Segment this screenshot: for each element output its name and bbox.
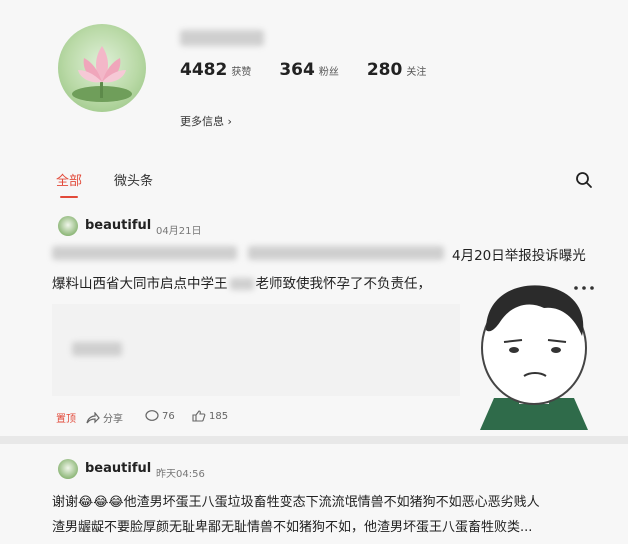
tab-micro-headlines[interactable]: 微头条 xyxy=(114,170,153,189)
stat-likes-value: 4482 xyxy=(180,60,228,80)
comments-count: 76 xyxy=(162,410,175,422)
post1-text-line2-a: 爆料山西省大同市启点中学王 xyxy=(52,276,228,292)
profile-stats: 4482 获赞 364 粉丝 280 关注 xyxy=(180,60,426,80)
post1-share-action[interactable]: 分享 xyxy=(86,410,123,425)
post1-date: 04月21日 xyxy=(156,226,202,237)
post1-pin-action[interactable]: 置顶 xyxy=(56,410,76,425)
post1-text-blurred-b xyxy=(248,246,444,260)
profile-name-blurred xyxy=(180,30,264,46)
post1-text-line2-blurred xyxy=(229,278,254,290)
post1-image-blurred xyxy=(72,342,122,356)
stat-likes-label: 获赞 xyxy=(231,67,252,78)
stat-following-value: 280 xyxy=(366,60,403,80)
stat-following[interactable]: 280 关注 xyxy=(367,60,427,80)
comment-icon xyxy=(145,410,159,421)
meme-sticker xyxy=(480,285,594,430)
post1-likes-action[interactable]: 185 xyxy=(192,410,228,422)
stat-fans[interactable]: 364 粉丝 xyxy=(279,60,339,80)
search-icon[interactable] xyxy=(575,171,593,189)
post1-author-name[interactable]: beautiful xyxy=(85,218,151,233)
pin-label: 置顶 xyxy=(56,414,76,425)
thumbs-up-icon xyxy=(192,410,206,422)
post1-comments-action[interactable]: 76 xyxy=(145,410,175,422)
stat-fans-value: 364 xyxy=(279,60,315,80)
post2-text-line2: 渣男龌龊不要脸厚颜无耻卑鄙无耻情兽不如猪狗不如，他渣男坏蛋王八蛋畜牲败类... xyxy=(52,520,533,535)
post2-text-line1: 谢谢😂😂😂他渣男坏蛋王八蛋垃圾畜牲变态下流流氓情兽不如猪狗不如恶心恶劣贱人 xyxy=(52,495,540,510)
tab-all-underline xyxy=(60,196,78,198)
stat-following-label: 关注 xyxy=(406,67,427,78)
stat-fans-label: 粉丝 xyxy=(318,67,339,78)
post1-text-blurred-a xyxy=(52,246,237,260)
post1-text-line2-b: 老师致使我怀孕了不负责任， xyxy=(255,276,432,292)
lotus-icon xyxy=(72,46,132,102)
likes-count: 185 xyxy=(209,410,229,422)
post1-text-line1: 4月20日举报投诉曝光 xyxy=(452,248,586,264)
post2-date: 昨天04:56 xyxy=(156,469,205,480)
post2-author-name[interactable]: beautiful xyxy=(85,461,151,476)
more-info-link[interactable]: 更多信息 › xyxy=(180,113,232,129)
profile-avatar[interactable] xyxy=(58,24,146,112)
stat-likes[interactable]: 4482 获赞 xyxy=(180,60,251,80)
tab-all[interactable]: 全部 xyxy=(56,170,82,189)
post1-author-avatar[interactable] xyxy=(58,216,78,236)
post1-text-line2: 爆料山西省大同市启点中学王 老师致使我怀孕了不负责任， xyxy=(52,272,431,292)
share-icon xyxy=(86,411,100,423)
post-divider xyxy=(0,436,628,444)
share-label: 分享 xyxy=(103,414,123,425)
post2-author-avatar[interactable] xyxy=(58,459,78,479)
